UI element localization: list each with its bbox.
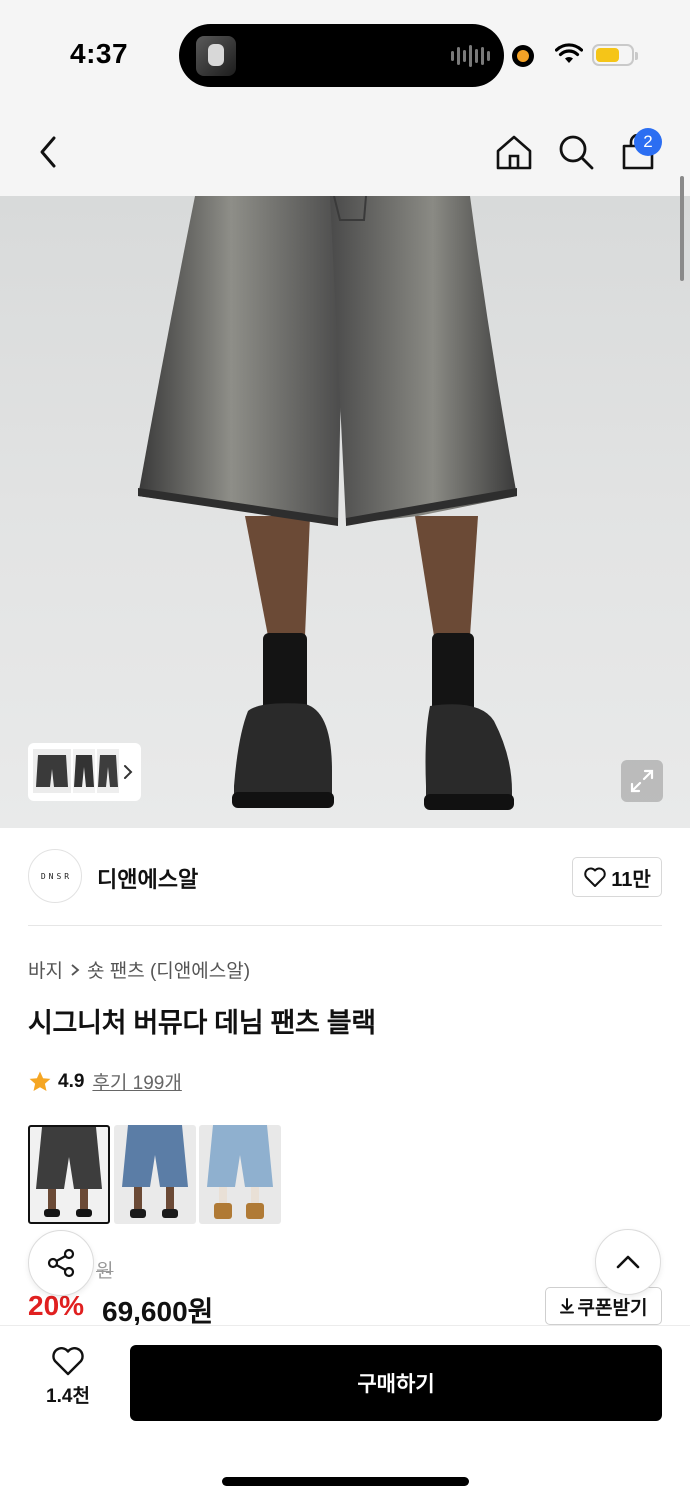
now-playing-thumbnail: [196, 36, 236, 76]
back-arrow-icon[interactable]: [30, 130, 70, 174]
breadcrumb: 바지 숏 팬츠 (디앤에스알): [28, 956, 250, 983]
rating-row: 4.9 후기 199개: [28, 1068, 182, 1095]
wifi-icon: [555, 43, 583, 63]
sale-price: 69,600원: [102, 1296, 214, 1327]
thumbnail-preview: [33, 749, 133, 793]
review-count-link[interactable]: 후기 199개: [92, 1068, 181, 1095]
wishlist-count: 1.4천: [46, 1386, 90, 1407]
breadcrumb-category[interactable]: 바지: [28, 956, 63, 983]
home-indicator[interactable]: [222, 1477, 469, 1486]
status-bar: 4:37: [0, 0, 690, 108]
search-icon[interactable]: [556, 132, 596, 172]
share-icon: [47, 1248, 75, 1278]
variant-mid-blue-image: [122, 1125, 188, 1218]
audio-wave-icon: [451, 45, 490, 67]
brand-like-count: 11만: [611, 868, 651, 891]
heart-icon: [584, 867, 606, 887]
share-button[interactable]: [28, 1230, 94, 1296]
wishlist-button[interactable]: 1.4천: [28, 1345, 108, 1408]
dynamic-island[interactable]: [179, 24, 504, 87]
scroll-to-top-button[interactable]: [595, 1229, 661, 1295]
color-variant-black[interactable]: [28, 1125, 110, 1224]
color-variant-mid-blue[interactable]: [114, 1125, 196, 1224]
coupon-label: 쿠폰받기: [577, 1297, 648, 1319]
heart-icon: [52, 1347, 84, 1376]
battery-icon: [592, 44, 638, 66]
rating-value: 4.9: [58, 1070, 85, 1092]
product-hero-image[interactable]: [0, 196, 690, 828]
star-icon: [29, 1071, 51, 1091]
product-title: 시그니처 버뮤다 데님 팬츠 블랙: [28, 1008, 376, 1038]
download-icon: [559, 1298, 574, 1314]
status-time: 4:37: [70, 38, 129, 69]
original-price: 원: [96, 1261, 114, 1282]
color-variant-light-blue[interactable]: [199, 1125, 281, 1224]
expand-icon: [630, 769, 654, 793]
brand-logo[interactable]: DNSR: [28, 849, 82, 903]
privacy-indicator-icon: [512, 45, 534, 67]
variant-black-image: [36, 1127, 102, 1217]
denim-shorts-photo: [138, 196, 517, 810]
fullscreen-expand-button[interactable]: [621, 760, 663, 802]
coupon-download-button[interactable]: 쿠폰받기: [545, 1287, 662, 1325]
chevron-right-icon: [71, 963, 80, 976]
breadcrumb-subcategory[interactable]: 숏 팬츠 (디앤에스알): [87, 956, 250, 983]
home-icon[interactable]: [494, 132, 534, 172]
buy-button[interactable]: 구매하기: [130, 1345, 662, 1421]
chevron-up-icon: [616, 1255, 640, 1269]
top-nav-bar: [0, 108, 690, 196]
image-thumbnail-strip[interactable]: [28, 743, 141, 801]
variant-light-blue-image: [207, 1125, 273, 1219]
brand-name[interactable]: 디앤에스알: [97, 862, 198, 894]
cart-count-badge: 2: [634, 128, 662, 156]
divider: [28, 925, 662, 926]
scroll-indicator: [680, 176, 684, 281]
brand-like-button[interactable]: 11만: [572, 857, 662, 897]
